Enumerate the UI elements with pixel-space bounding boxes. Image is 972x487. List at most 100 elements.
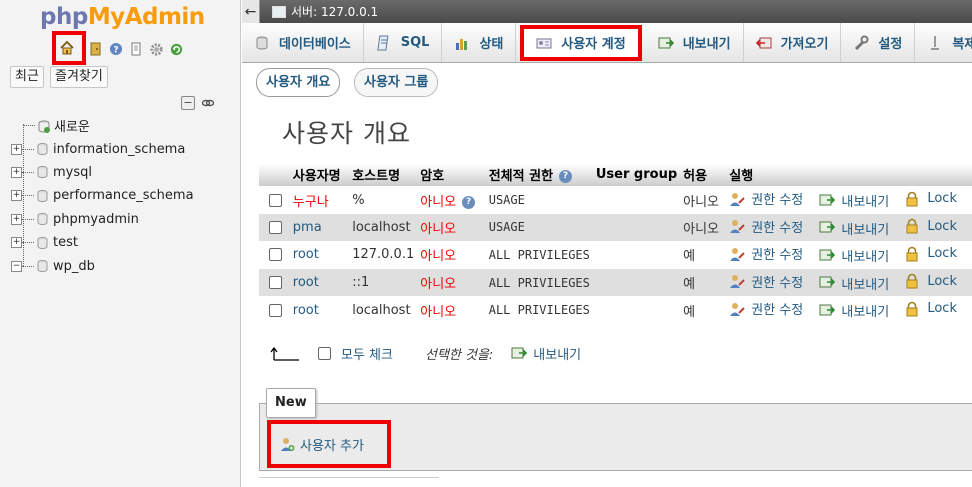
lock-user-link[interactable]: Lock xyxy=(905,301,957,317)
bulk-export-button[interactable]: 내보내기 xyxy=(511,344,581,363)
check-all-label[interactable]: 모두 체크 xyxy=(341,344,393,363)
tab-label: 상태 xyxy=(479,37,504,52)
header-username[interactable]: 사용자명 xyxy=(289,164,350,187)
tab-settings[interactable]: 설정 xyxy=(841,23,916,62)
row-checkbox[interactable] xyxy=(269,303,282,317)
header-password[interactable]: 암호 xyxy=(417,164,486,187)
edit-privileges-link[interactable]: 권한 수정 xyxy=(729,189,803,208)
tree-item-label[interactable]: phpmyadmin xyxy=(53,212,139,227)
export-label: 내보내기 xyxy=(841,195,890,211)
tree-item-label[interactable]: wp_db xyxy=(53,259,95,274)
tree-item-label[interactable]: test xyxy=(53,235,78,250)
tab-import[interactable]: 가져오기 xyxy=(744,23,842,62)
import-icon xyxy=(755,35,772,51)
export-user-link[interactable]: 내보내기 xyxy=(819,274,889,293)
logo-php-text: php xyxy=(40,4,88,30)
export-user-link[interactable]: 내보내기 xyxy=(819,219,889,238)
collapse-all-icon[interactable]: − xyxy=(181,96,195,110)
tree-item-label[interactable]: information_schema xyxy=(53,142,185,157)
tree-item-information-schema[interactable]: + information_schema xyxy=(8,137,238,160)
edit-privileges-link[interactable]: 권한 수정 xyxy=(729,217,803,236)
tab-sql[interactable]: SQL xyxy=(364,23,443,62)
documentation-icon[interactable] xyxy=(128,41,144,57)
tab-user-accounts[interactable]: 사용자 계정 xyxy=(520,24,642,61)
add-user-account-button[interactable]: 사용자 추가 xyxy=(267,420,391,468)
back-arrow-icon[interactable]: ← xyxy=(242,0,260,23)
cell-user-group xyxy=(592,268,681,297)
help-icon[interactable]: ? xyxy=(108,41,124,57)
expand-icon[interactable]: + xyxy=(11,166,22,178)
tree-item-label[interactable]: performance_schema xyxy=(53,188,194,203)
tree-item-mysql[interactable]: + mysql xyxy=(8,161,238,184)
top-menu-tabs: 데이터베이스 SQL 상태 사용자 계정 내보내기 가져오기 설정 복제 xyxy=(242,23,972,63)
row-checkbox[interactable] xyxy=(269,193,282,207)
cell-hostname: % xyxy=(349,186,418,214)
edit-privileges-link[interactable]: 권한 수정 xyxy=(729,272,803,291)
password-value: 아니오 xyxy=(420,304,457,320)
edit-privileges-link[interactable]: 권한 수정 xyxy=(729,244,803,263)
tree-item-performance-schema[interactable]: + performance_schema xyxy=(8,184,238,207)
server-breadcrumb-label[interactable]: 서버: 127.0.0.1 xyxy=(291,3,378,20)
edit-privileges-link[interactable]: 권한 수정 xyxy=(729,299,803,318)
help-icon[interactable]: ? xyxy=(559,170,573,184)
tab-databases[interactable]: 데이터베이스 xyxy=(242,23,364,62)
cell-actions: 권한 수정 내보내기 Lock xyxy=(726,268,972,297)
row-checkbox[interactable] xyxy=(269,220,282,234)
row-checkbox[interactable] xyxy=(269,276,282,290)
subtab-user-groups[interactable]: 사용자 그룹 xyxy=(354,68,439,97)
export-user-link[interactable]: 내보내기 xyxy=(819,301,889,320)
export-user-link[interactable]: 내보내기 xyxy=(819,246,889,265)
edit-privileges-icon xyxy=(729,218,745,234)
cell-user-group xyxy=(592,213,681,242)
cell-username: root xyxy=(289,241,350,269)
tree-item-label[interactable]: mysql xyxy=(53,165,92,180)
edit-privileges-icon xyxy=(729,191,745,207)
expand-icon[interactable]: + xyxy=(11,213,22,225)
tab-status[interactable]: 상태 xyxy=(442,23,517,62)
lock-user-link[interactable]: Lock xyxy=(905,191,957,207)
link-with-main-icon[interactable] xyxy=(201,96,215,110)
help-icon[interactable]: ? xyxy=(462,195,476,209)
replication-icon xyxy=(927,35,943,51)
tab-replication[interactable]: 복제 xyxy=(915,23,972,62)
cell-password: 아니오 xyxy=(417,296,486,324)
row-select-cell xyxy=(259,186,290,214)
lock-user-link[interactable]: Lock xyxy=(905,273,957,289)
tab-export[interactable]: 내보내기 xyxy=(646,23,744,62)
cell-user-group xyxy=(592,241,681,269)
settings-gear-icon[interactable] xyxy=(148,41,164,57)
tree-item-test[interactable]: + test xyxy=(8,231,238,254)
row-checkbox[interactable] xyxy=(269,248,282,262)
server-icon xyxy=(272,5,286,18)
export-user-link[interactable]: 내보내기 xyxy=(819,191,889,210)
phpmyadmin-logo[interactable]: phpMyAdmin xyxy=(40,4,205,30)
tree-item-wp-db[interactable]: − wp_db xyxy=(8,254,238,277)
expand-icon[interactable]: + xyxy=(11,237,22,249)
header-user-group: User group xyxy=(592,164,681,187)
tree-controls: − xyxy=(181,96,215,110)
tree-item-new[interactable]: 새로운 xyxy=(8,114,238,137)
main-panel: ← 서버: 127.0.0.1 데이터베이스 SQL 상태 사용자 계정 내보내… xyxy=(242,0,972,487)
favorites-button[interactable]: 즐겨찾기 xyxy=(50,66,108,88)
check-all-checkbox[interactable] xyxy=(318,347,331,360)
tree-item-phpmyadmin[interactable]: + phpmyadmin xyxy=(8,208,238,231)
home-icon[interactable] xyxy=(59,40,75,56)
lock-icon xyxy=(905,218,921,234)
logout-icon[interactable] xyxy=(88,41,104,57)
nav-icon-bar: ? xyxy=(52,31,188,65)
lock-icon xyxy=(905,246,921,262)
cell-actions: 권한 수정 내보내기 Lock xyxy=(726,213,972,242)
header-hostname[interactable]: 호스트명 xyxy=(349,164,418,187)
collapse-icon[interactable]: − xyxy=(11,260,22,272)
reload-icon[interactable] xyxy=(168,41,184,57)
recent-button[interactable]: 최근 xyxy=(10,66,44,88)
lock-user-link[interactable]: Lock xyxy=(905,218,957,234)
edit-privileges-label: 권한 수정 xyxy=(751,220,804,236)
cell-privileges: ALL PRIVILEGES xyxy=(485,241,593,269)
expand-icon[interactable]: + xyxy=(11,190,22,202)
cell-privileges: ALL PRIVILEGES xyxy=(485,296,593,324)
lock-user-link[interactable]: Lock xyxy=(905,246,957,262)
subtab-user-overview[interactable]: 사용자 개요 xyxy=(256,68,341,97)
cell-hostname: ::1 xyxy=(349,268,418,297)
expand-icon[interactable]: + xyxy=(11,143,22,155)
